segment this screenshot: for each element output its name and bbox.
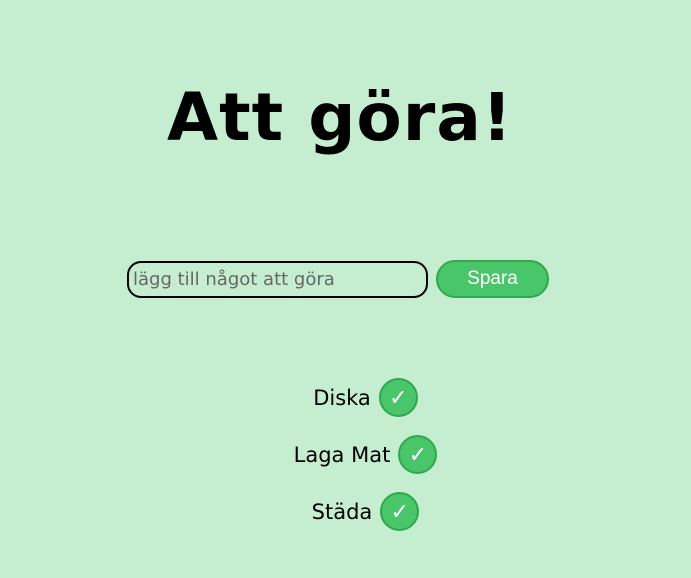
todo-label: Städa bbox=[311, 499, 373, 524]
todo-item: Diska ✓ bbox=[0, 378, 691, 417]
save-button[interactable]: Spara bbox=[436, 260, 549, 298]
complete-button[interactable]: ✓ bbox=[380, 492, 420, 531]
page-title: Att göra! bbox=[167, 79, 513, 156]
todo-input[interactable] bbox=[127, 260, 428, 298]
checkmark-icon: ✓ bbox=[408, 441, 428, 467]
add-todo-form: Spara bbox=[127, 260, 549, 298]
complete-button[interactable]: ✓ bbox=[398, 435, 438, 474]
todo-label: Diska bbox=[313, 385, 371, 410]
todo-list: Diska ✓ Laga Mat ✓ Städa ✓ bbox=[0, 378, 691, 549]
todo-label: Laga Mat bbox=[293, 442, 391, 467]
todo-item: Städa ✓ bbox=[0, 492, 691, 531]
checkmark-icon: ✓ bbox=[389, 384, 408, 410]
checkmark-icon: ✓ bbox=[390, 498, 410, 524]
complete-button[interactable]: ✓ bbox=[378, 378, 418, 417]
todo-item: Laga Mat ✓ bbox=[0, 435, 691, 474]
